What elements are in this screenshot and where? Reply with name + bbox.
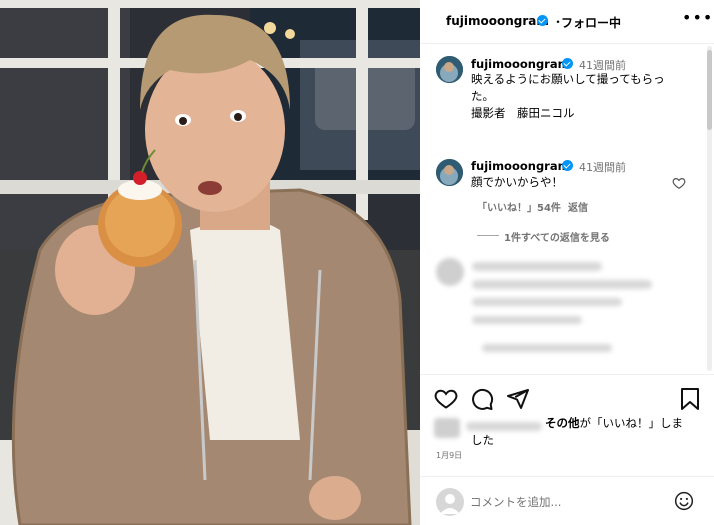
blurred-avatar xyxy=(436,258,464,286)
header-username[interactable]: fujimooongram xyxy=(446,14,549,28)
blurred-text xyxy=(472,316,582,324)
blurred-avatar xyxy=(434,418,460,438)
bookmark-icon[interactable] xyxy=(679,387,701,411)
verified-icon xyxy=(562,58,573,69)
emoji-icon[interactable] xyxy=(674,491,694,511)
heart-icon[interactable] xyxy=(672,176,686,190)
likes-text-line2: した xyxy=(471,433,494,447)
verified-icon xyxy=(562,160,573,171)
verified-icon xyxy=(537,15,548,26)
comment-username[interactable]: fujimooongram xyxy=(471,57,570,71)
view-replies-button[interactable]: 1件すべての返信を見る xyxy=(504,229,610,244)
blurred-text xyxy=(472,280,652,289)
reply-button[interactable]: 返信 xyxy=(568,199,588,214)
comment-username[interactable]: fujimooongram xyxy=(471,159,570,173)
more-icon[interactable]: ••• xyxy=(682,8,713,27)
avatar[interactable] xyxy=(436,56,463,83)
blurred-text xyxy=(482,344,612,352)
divider xyxy=(477,235,499,236)
follow-status-button[interactable]: フォロー中 xyxy=(561,14,621,31)
scrollbar-thumb[interactable] xyxy=(707,50,712,130)
caption-line-1: 映えるようにお願いして撮ってもらっ xyxy=(471,72,665,86)
comment-time[interactable]: 41週間前 xyxy=(579,159,626,175)
avatar[interactable] xyxy=(436,159,463,186)
blurred-text xyxy=(466,422,542,431)
comment-icon[interactable] xyxy=(470,387,494,411)
post-header: fujimooongram ・ フォロー中 ••• xyxy=(420,0,714,44)
post-date[interactable]: 1月9日 xyxy=(436,450,462,461)
caption-line-2: た。 xyxy=(471,89,494,103)
likes-summary[interactable]: その他が「いいね！」しま xyxy=(545,415,683,431)
avatar xyxy=(436,488,464,516)
heart-icon[interactable] xyxy=(434,387,458,411)
photo-illustration xyxy=(0,0,420,525)
blurred-text xyxy=(472,298,622,306)
comment-like-count[interactable]: 「いいね！」54件 xyxy=(477,199,561,214)
post-photo xyxy=(0,0,420,525)
likes-others[interactable]: その他 xyxy=(545,416,580,430)
comments-scrollbar[interactable] xyxy=(707,46,712,371)
caption-line-3: 撮影者 藤田ニコル xyxy=(471,106,575,120)
blurred-text xyxy=(472,262,602,271)
post-side-panel: fujimooongram ・ フォロー中 ••• fujimooongram … xyxy=(420,0,714,525)
comment-box: コメントを追加... xyxy=(420,476,714,525)
comment-input[interactable]: コメントを追加... xyxy=(470,494,561,510)
comment-text: 顔でかいからや！ xyxy=(471,175,563,189)
share-icon[interactable] xyxy=(506,387,530,411)
likes-text: が「いいね！」しま xyxy=(579,416,684,430)
